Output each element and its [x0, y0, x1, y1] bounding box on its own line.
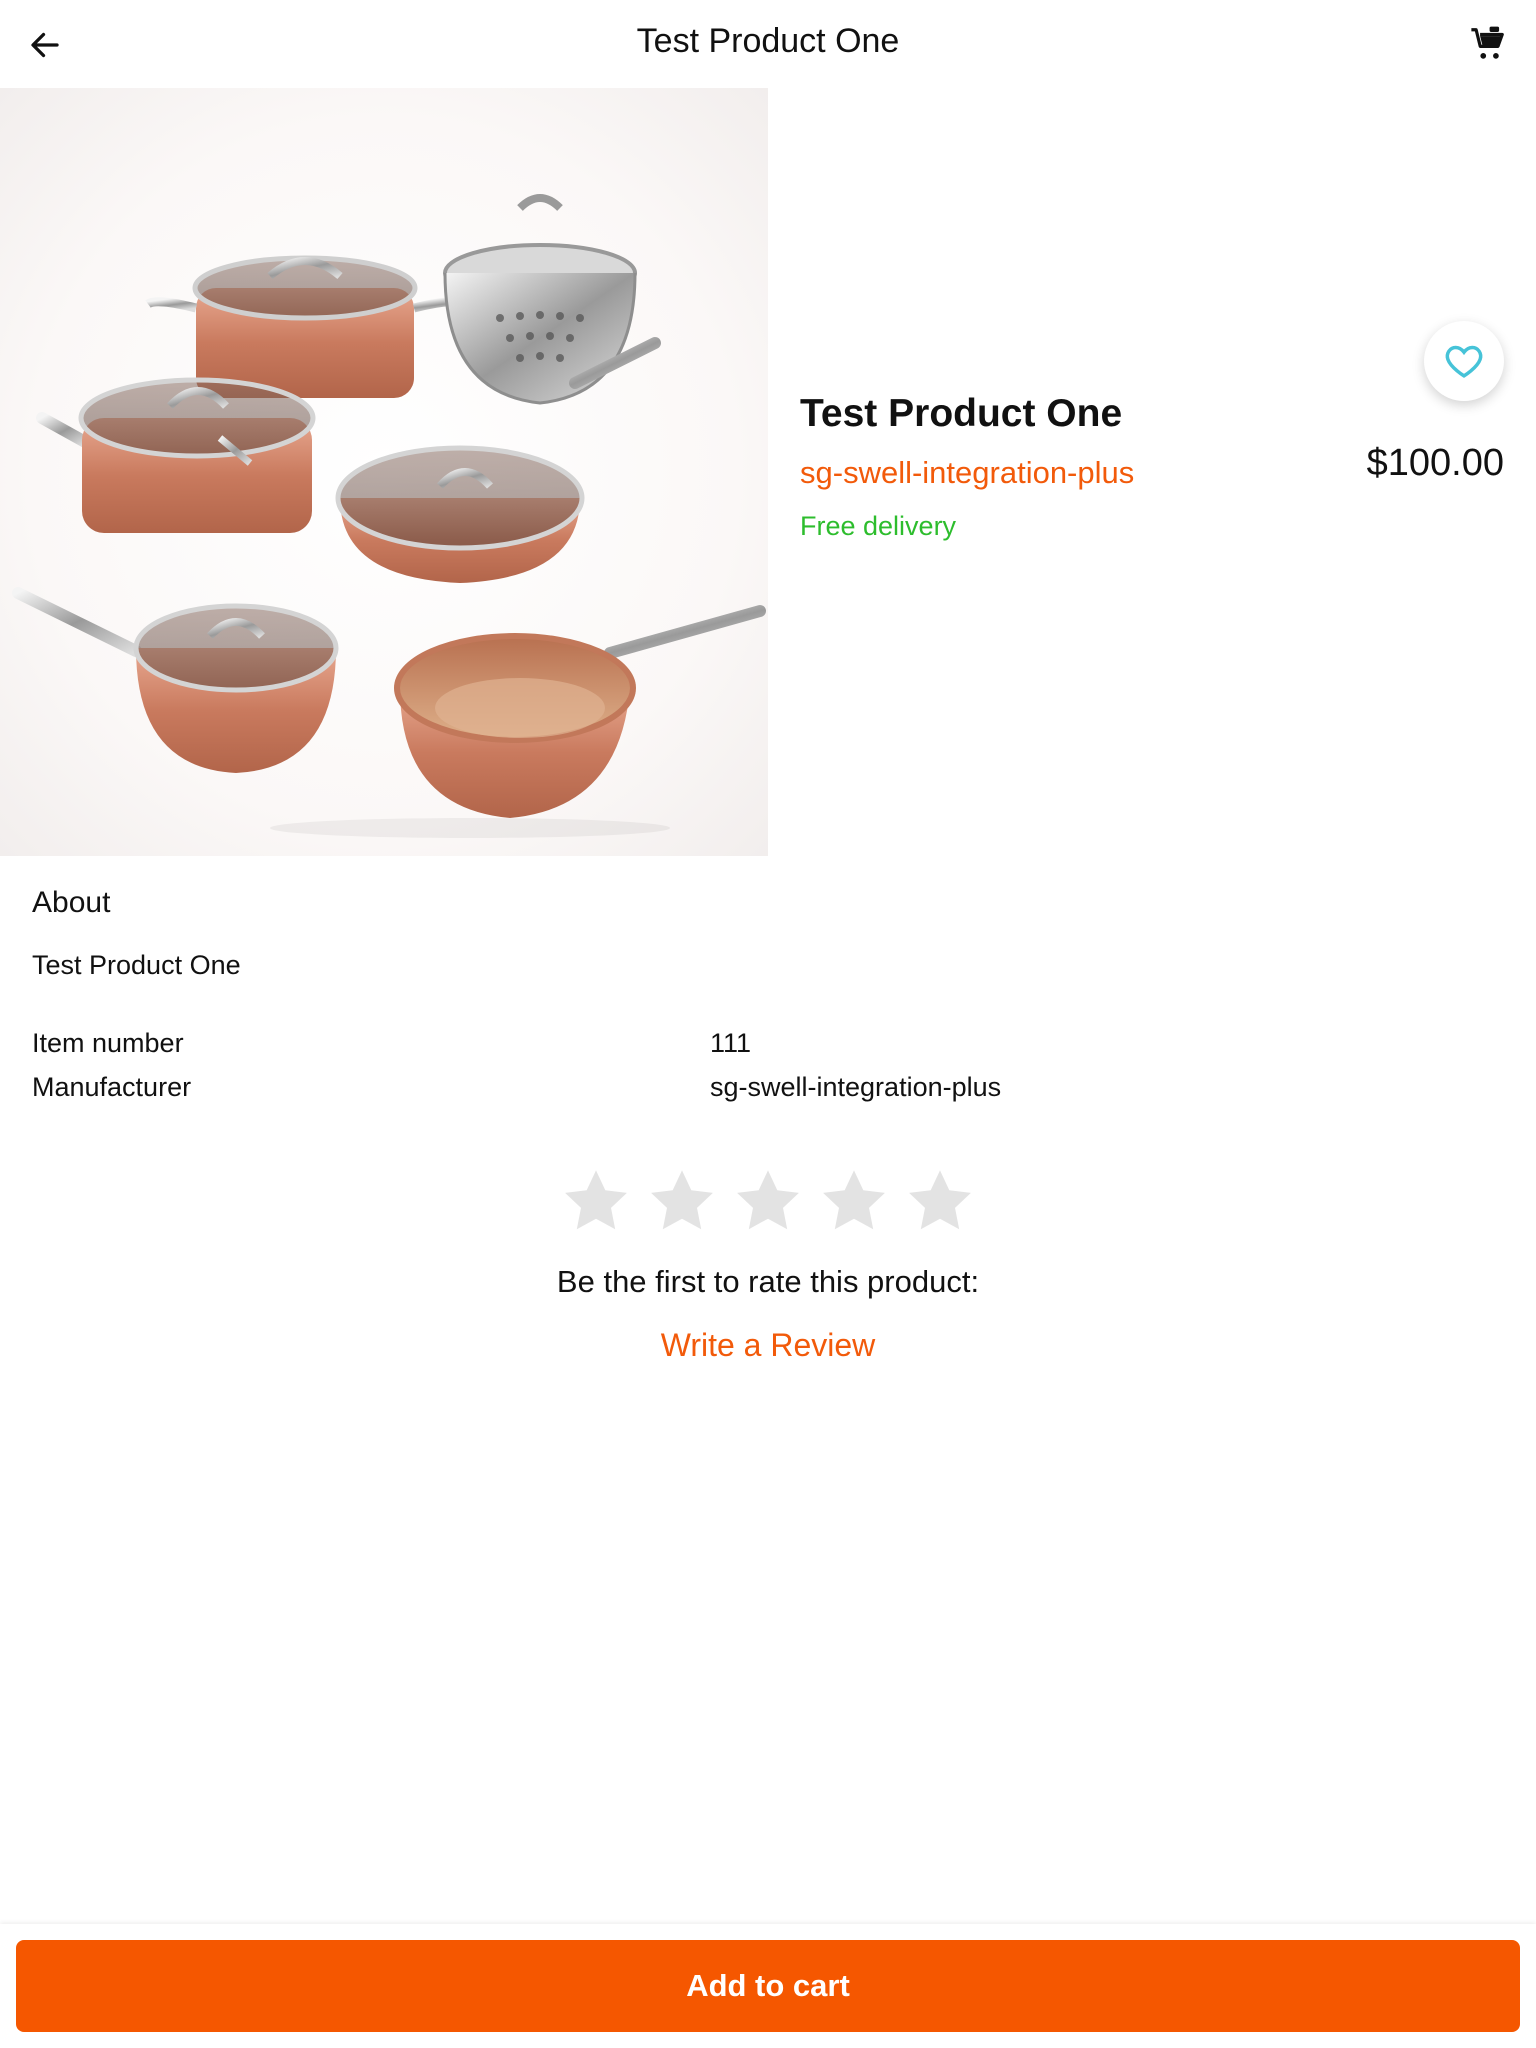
product-detail-page: Test Product One Test Product One sg-swe…	[0, 0, 1536, 2048]
star-icon-5[interactable]	[904, 1165, 976, 1237]
spec-value-item-number: 111	[710, 1028, 752, 1058]
delivery-info: Free delivery	[800, 511, 957, 541]
shopping-cart-icon	[1471, 26, 1504, 59]
spec-label-manufacturer: Manufacturer	[32, 1072, 192, 1102]
product-image[interactable]	[0, 88, 768, 856]
favorite-button[interactable]	[1424, 321, 1504, 401]
spec-value-manufacturer: sg-swell-integration-plus	[710, 1072, 1002, 1102]
about-description: Test Product One	[32, 950, 241, 980]
star-icon-3[interactable]	[732, 1165, 804, 1237]
rating-stars	[0, 1165, 1536, 1237]
vendor-link[interactable]: sg-swell-integration-plus	[800, 455, 1134, 491]
heart-outline-icon	[1445, 345, 1483, 378]
bottom-action-bar: Add to cart	[0, 1924, 1536, 2048]
cookware-set-illustration	[12, 194, 766, 838]
write-review-link[interactable]: Write a Review	[0, 1327, 1536, 1364]
cart-button[interactable]	[1462, 18, 1514, 70]
star-icon-1[interactable]	[560, 1165, 632, 1237]
about-heading: About	[32, 886, 111, 919]
top-bar: Test Product One	[0, 0, 1536, 88]
add-to-cart-button[interactable]: Add to cart	[16, 1940, 1520, 2032]
star-icon-2[interactable]	[646, 1165, 718, 1237]
product-price: $100.00	[1366, 442, 1504, 484]
page-title: Test Product One	[636, 22, 900, 60]
rating-prompt: Be the first to rate this product:	[556, 1264, 980, 1299]
product-name: Test Product One	[800, 392, 1123, 435]
star-icon-4[interactable]	[818, 1165, 890, 1237]
spec-label-item-number: Item number	[32, 1028, 184, 1058]
